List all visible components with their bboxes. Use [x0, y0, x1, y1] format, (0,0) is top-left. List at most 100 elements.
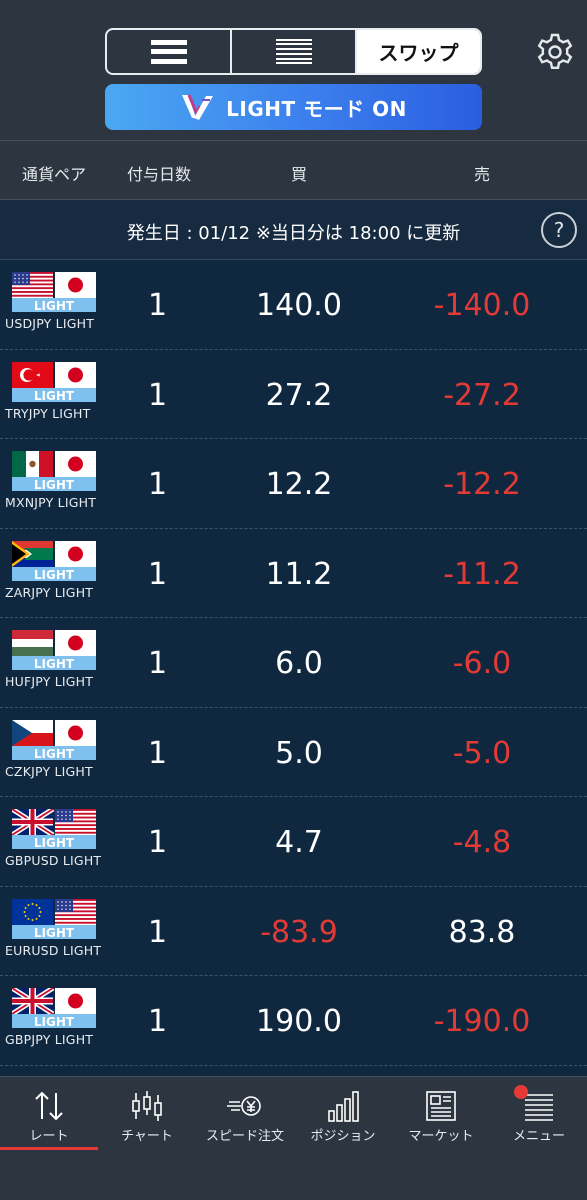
grant-days: 1 — [148, 914, 168, 950]
sell-swap-value: -27.2 — [443, 377, 521, 413]
newspaper-icon — [426, 1091, 456, 1121]
header-days: 付与日数 — [127, 165, 192, 184]
nav-speed-order[interactable]: スピード注文 — [196, 1077, 294, 1157]
detailed-list-view-button[interactable] — [232, 30, 357, 73]
light-badge-text: LIGHT — [34, 568, 75, 581]
sell-swap-value: -12.2 — [443, 467, 521, 502]
grant-days: 1 — [148, 467, 168, 502]
bar-chart-icon — [328, 1091, 359, 1122]
light-badge-text: LIGHT — [34, 299, 75, 312]
view-segmented-control: スワップ — [105, 28, 482, 75]
nav-speed-order-label: スピード注文 — [205, 1129, 284, 1144]
currency-pair-flag-icon: LIGHT — [12, 451, 96, 491]
buy-swap-value: 140.0 — [256, 288, 342, 323]
pair-name: TRYJPY LIGHT — [5, 405, 91, 421]
grant-days: 1 — [148, 556, 168, 592]
light-mode-toggle-button[interactable]: LIGHT モード ON — [105, 84, 482, 130]
grant-days: 1 — [148, 735, 168, 771]
thin-lines-icon — [275, 38, 312, 65]
swap-row[interactable]: LIGHT CZKJPY LIGHT 1 5.0 -5.0 — [0, 708, 587, 797]
swap-row[interactable]: LIGHT GBPJPY LIGHT 1 190.0 -190.0 — [0, 976, 587, 1066]
speed-yen-icon — [227, 1096, 261, 1116]
sell-swap-value: -190.0 — [433, 1004, 531, 1039]
currency-pair-flag-icon: LIGHT — [12, 361, 96, 402]
swap-row[interactable]: LIGHT ZARJPY LIGHT 1 11.2 -11.2 — [0, 529, 587, 618]
column-headers: 通貨ペア 付与日数 買 売 — [0, 140, 587, 200]
swap-row[interactable]: LIGHT EURUSD LIGHT 1 -83.9 83.8 — [0, 887, 587, 976]
header-pair: 通貨ペア — [22, 165, 87, 184]
light-badge-text: LIGHT — [34, 836, 75, 849]
header-sell: 売 — [474, 165, 491, 184]
grant-days: 1 — [148, 377, 168, 413]
swap-row[interactable]: LIGHT GBPUSD LIGHT 1 4.7 -4.8 — [0, 797, 587, 887]
grant-days: 1 — [148, 1004, 168, 1039]
pair-name: ZARJPY LIGHT — [5, 584, 94, 600]
pair-name: MXNJPY LIGHT — [5, 495, 97, 510]
swap-row[interactable]: LIGHT USDJPY LIGHT 1 140.0 -140.0 — [0, 260, 587, 350]
light-badge-text: LIGHT — [34, 926, 75, 939]
currency-pair-flag-icon: LIGHT — [12, 630, 96, 670]
light-badge-text: LIGHT — [34, 478, 75, 491]
sell-swap-value: 83.8 — [448, 914, 516, 950]
nav-position[interactable]: ポジション — [294, 1077, 392, 1157]
pair-name: GBPJPY LIGHT — [5, 1032, 94, 1047]
currency-pair-flag-icon: LIGHT — [12, 809, 96, 849]
compact-list-view-button[interactable] — [107, 30, 232, 73]
currency-pair-flag-icon: LIGHT — [12, 540, 96, 581]
swap-list: LIGHT USDJPY LIGHT 1 140.0 -140.0 LIGHT … — [0, 260, 587, 1076]
buy-swap-value: 190.0 — [256, 1004, 342, 1039]
light-badge-text: LIGHT — [34, 657, 75, 670]
notice-text: 発生日 : 01/12 ※当日分は 18:00 に更新 — [126, 223, 461, 244]
buy-swap-value: 27.2 — [265, 377, 333, 413]
nav-position-label: ポジション — [310, 1129, 376, 1144]
active-tab-indicator — [0, 1147, 98, 1150]
sell-swap-value: -6.0 — [452, 646, 512, 681]
nav-rate-label: レート — [29, 1129, 69, 1144]
pair-name: USDJPY LIGHT — [5, 316, 95, 331]
swap-row[interactable]: LIGHT TRYJPY LIGHT 1 27.2 -27.2 — [0, 350, 587, 439]
currency-pair-flag-icon: LIGHT — [12, 898, 96, 939]
currency-pair-flag-icon: LIGHT — [12, 719, 96, 760]
nav-chart[interactable]: チャート — [98, 1077, 196, 1157]
notification-badge — [514, 1085, 528, 1099]
buy-swap-value: 11.2 — [265, 556, 333, 592]
grant-days: 1 — [148, 646, 168, 681]
bottom-navigation: レート チャート スピード注文 ポジション マーケット メニュー — [0, 1076, 587, 1200]
pair-name: EURUSD LIGHT — [5, 942, 102, 958]
nav-rate[interactable]: レート — [0, 1077, 98, 1157]
grant-days: 1 — [148, 825, 168, 860]
buy-swap-value: 5.0 — [275, 735, 323, 771]
light-badge-text: LIGHT — [34, 747, 75, 760]
nav-menu-label: メニュー — [512, 1129, 565, 1144]
thick-lines-icon — [150, 39, 187, 64]
currency-pair-flag-icon: LIGHT — [12, 272, 96, 312]
currency-pair-flag-icon: LIGHT — [12, 988, 96, 1028]
swap-notice-bar: 発生日 : 01/12 ※当日分は 18:00 に更新 — [0, 200, 587, 260]
nav-market-label: マーケット — [408, 1129, 474, 1144]
nav-chart-label: チャート — [121, 1129, 173, 1144]
buy-swap-value: 4.7 — [275, 825, 323, 860]
sell-swap-value: -5.0 — [452, 735, 512, 771]
help-icon[interactable]: ? — [541, 212, 577, 248]
top-bar: スワップ LIGHT モード ON — [0, 0, 587, 140]
pair-name: HUFJPY LIGHT — [5, 674, 94, 689]
light-badge-text: LIGHT — [34, 1015, 75, 1028]
header-buy: 買 — [291, 165, 308, 184]
swap-row[interactable]: LIGHT HUFJPY LIGHT 1 6.0 -6.0 — [0, 618, 587, 708]
light-mode-label: LIGHT モード ON — [226, 96, 407, 121]
light-logo-icon — [182, 94, 214, 120]
nav-menu[interactable]: メニュー — [490, 1077, 587, 1157]
candlestick-icon — [132, 1091, 162, 1121]
buy-swap-value: 12.2 — [265, 467, 333, 502]
nav-market[interactable]: マーケット — [392, 1077, 490, 1157]
pair-name: GBPUSD LIGHT — [5, 853, 102, 868]
swap-view-button[interactable]: スワップ — [357, 30, 480, 73]
buy-swap-value: -83.9 — [260, 914, 338, 950]
light-badge-text: LIGHT — [34, 389, 75, 402]
sell-swap-value: -4.8 — [452, 825, 512, 860]
grant-days: 1 — [148, 288, 168, 323]
pair-name: CZKJPY LIGHT — [5, 763, 93, 779]
rate-arrows-icon — [35, 1091, 63, 1121]
swap-row[interactable]: LIGHT MXNJPY LIGHT 1 12.2 -12.2 — [0, 439, 587, 529]
gear-icon[interactable] — [535, 32, 575, 72]
